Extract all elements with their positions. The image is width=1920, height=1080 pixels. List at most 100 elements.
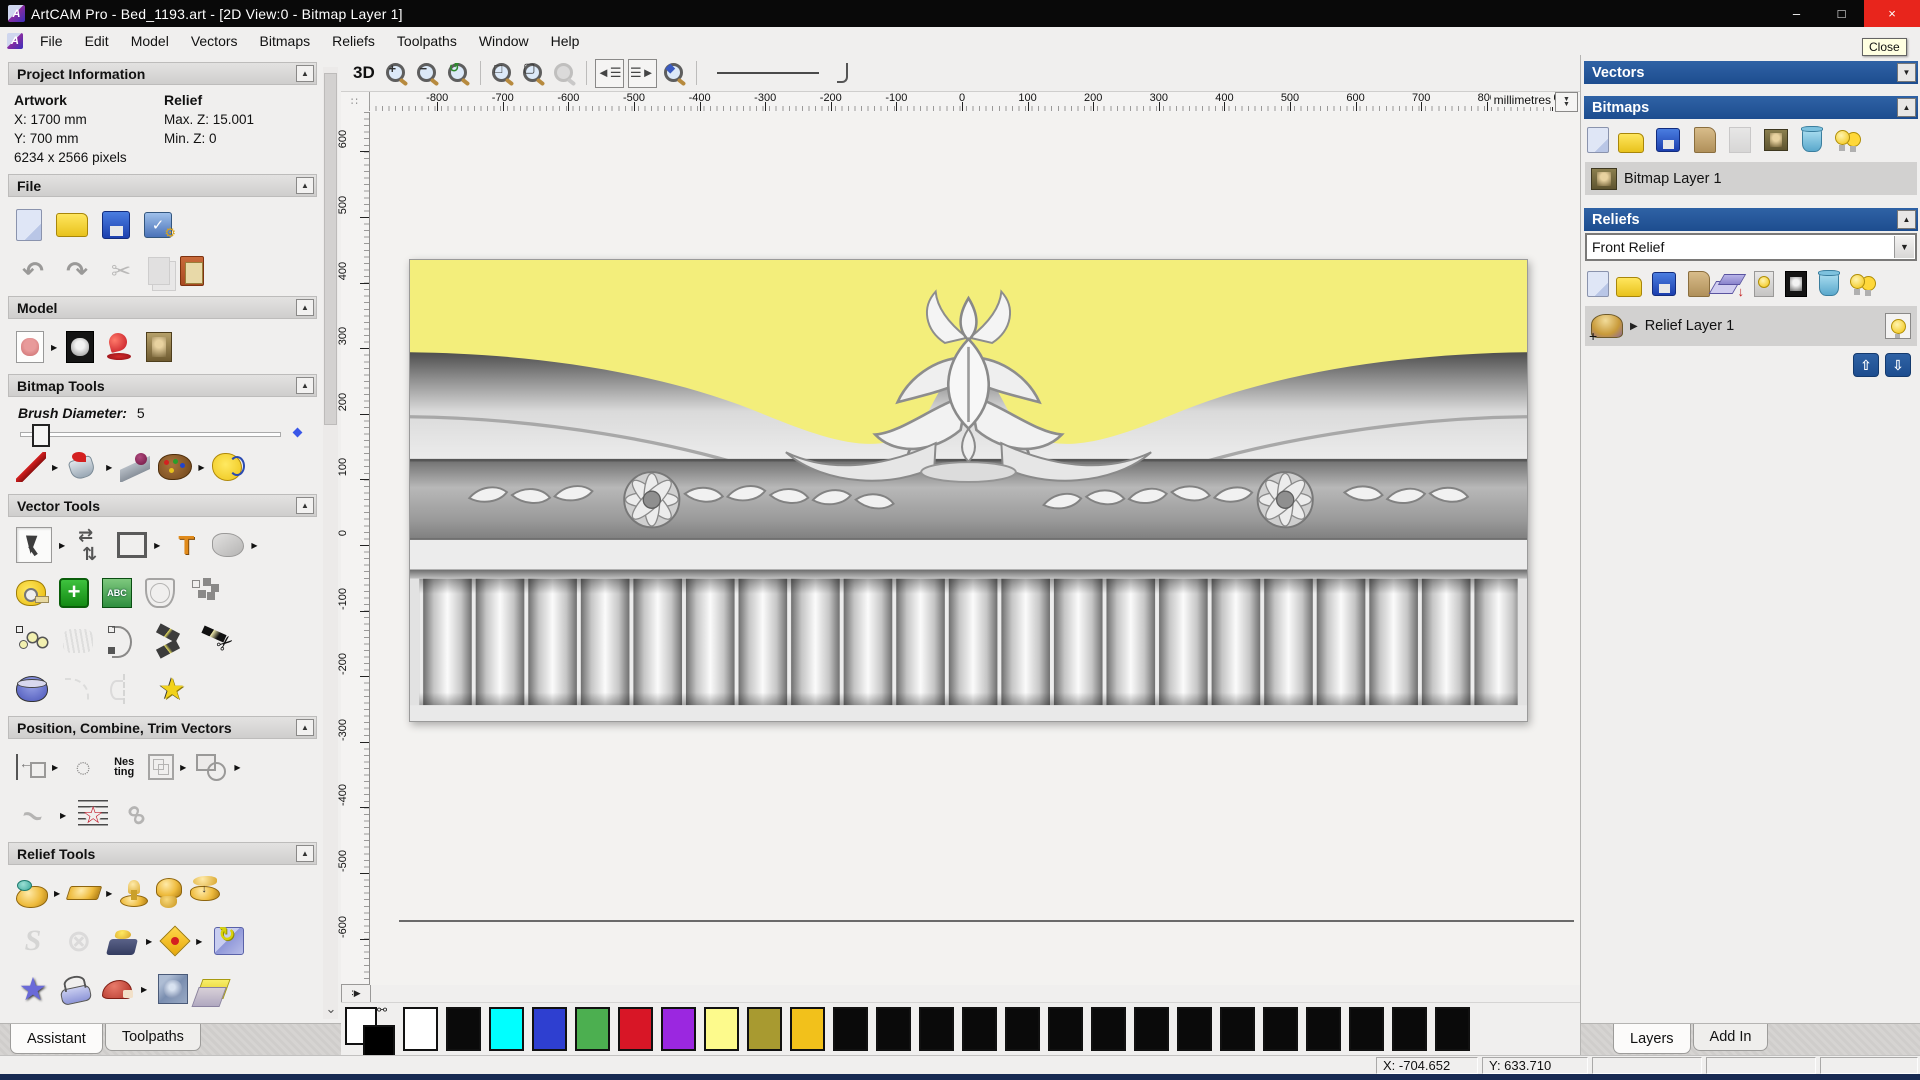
r-trash-icon[interactable] [1819, 272, 1839, 296]
menu-edit[interactable]: Edit [74, 29, 120, 53]
greyscale-from-model-icon[interactable] [16, 331, 44, 363]
preview-vectors-icon[interactable]: ◆ [661, 60, 688, 87]
paste-array-icon[interactable] [188, 576, 222, 610]
weld-icon[interactable] [194, 750, 228, 784]
primary-secondary-colours[interactable]: ⚯ [341, 1005, 403, 1053]
block-copy-icon[interactable] [148, 754, 174, 780]
zoom-out-icon[interactable]: − [414, 60, 441, 87]
palette-swatch-21[interactable] [1306, 1007, 1341, 1051]
colour-link-icon[interactable] [212, 453, 242, 481]
zoom-fit-icon[interactable]: ▢ [520, 60, 547, 87]
r-bulbs-icon[interactable] [1849, 271, 1875, 297]
palette-swatch-11[interactable] [876, 1007, 911, 1051]
flyout-arrow-icon[interactable]: ▶ [106, 889, 112, 898]
palette-swatch-6[interactable] [661, 1007, 696, 1051]
collapse-icon[interactable]: ▲ [1897, 210, 1916, 229]
measure-tape-icon[interactable] [16, 580, 46, 606]
palette-swatch-7[interactable] [704, 1007, 739, 1051]
text-block-icon[interactable] [102, 578, 132, 608]
maximize-button[interactable]: □ [1819, 0, 1864, 27]
palette-swatch-4[interactable] [575, 1007, 610, 1051]
minimize-button[interactable]: – [1774, 0, 1819, 27]
flyout-arrow-icon[interactable]: ▶ [54, 889, 60, 898]
collapse-icon[interactable]: ▲ [296, 497, 314, 514]
ruler-units-button[interactable]: ▼▼ [1555, 92, 1578, 112]
toggle-left-panel-icon[interactable]: ◄☰ [595, 59, 624, 88]
paste-icon[interactable] [180, 256, 204, 286]
flyout-arrow-icon[interactable]: ▶ [196, 937, 202, 946]
palette-swatch-19[interactable] [1220, 1007, 1255, 1051]
tab-toolpaths[interactable]: Toolpaths [105, 1024, 201, 1051]
menu-bitmaps[interactable]: Bitmaps [249, 29, 322, 53]
palette-swatch-1[interactable] [446, 1007, 481, 1051]
r-save-icon[interactable] [1652, 272, 1676, 296]
gold-bar-icon[interactable] [66, 886, 103, 900]
r-stack-icon[interactable] [1719, 271, 1745, 297]
palette-swatch-12[interactable] [919, 1007, 954, 1051]
shape-spin-icon[interactable] [120, 895, 148, 907]
wedge-icon[interactable] [102, 980, 132, 999]
layer-visibility-button[interactable] [1885, 313, 1911, 339]
shape-hands-icon[interactable] [190, 886, 220, 901]
r-mona-icon[interactable] [1764, 129, 1788, 151]
node-editing-icon[interactable] [59, 578, 89, 608]
align-icon[interactable] [16, 754, 46, 780]
r-save-icon[interactable] [1656, 128, 1680, 152]
palette-swatch-0[interactable] [403, 1007, 438, 1051]
r-bulbs-icon[interactable] [1834, 127, 1860, 153]
edit-palette-icon[interactable] [158, 454, 192, 480]
toggle-right-panel-icon[interactable]: ☰► [628, 59, 657, 88]
collapse-icon[interactable]: ▲ [296, 177, 314, 194]
palette-swatch-24[interactable] [1435, 1007, 1470, 1051]
chevron-down-icon[interactable]: ▼ [1894, 236, 1914, 258]
r-sketch-icon[interactable] [1694, 127, 1716, 153]
flyout-arrow-icon[interactable]: ▶ [60, 811, 66, 820]
distort-icon[interactable] [145, 578, 175, 608]
relief-fold-icon[interactable] [214, 927, 244, 955]
text-on-curve-icon[interactable] [66, 750, 100, 784]
undo-icon[interactable] [16, 254, 50, 288]
flyout-arrow-icon[interactable]: ▶ [251, 541, 257, 550]
flyout-arrow-icon[interactable]: ▶ [146, 937, 152, 946]
relief-book-icon[interactable] [106, 939, 138, 955]
palette-swatch-9[interactable] [790, 1007, 825, 1051]
star-blue-icon[interactable] [16, 972, 50, 1006]
move-layer-down-button[interactable]: ⇩ [1885, 353, 1911, 377]
zoom-box-icon[interactable]: □ [489, 60, 516, 87]
brush-diameter-slider[interactable] [18, 423, 309, 443]
r-new-icon[interactable] [1587, 127, 1609, 153]
menu-file[interactable]: File [29, 29, 74, 53]
vector-doctor-icon[interactable] [155, 672, 189, 706]
flyout-arrow-icon[interactable]: ▶ [198, 463, 204, 472]
flyout-arrow-icon[interactable]: ▶ [106, 463, 112, 472]
relief-diamond-icon[interactable] [160, 925, 191, 956]
flood-fill-icon[interactable] [66, 450, 100, 484]
menu-window[interactable]: Window [468, 29, 540, 53]
create-rectangle-icon[interactable] [117, 532, 147, 558]
palette-swatch-18[interactable] [1177, 1007, 1212, 1051]
palette-swatch-23[interactable] [1392, 1007, 1427, 1051]
model-to-greyscale-icon[interactable] [66, 331, 94, 363]
assistant-scrollbar[interactable] [323, 67, 338, 1019]
palette-swatch-16[interactable] [1091, 1007, 1126, 1051]
vectors-panel-header[interactable]: Vectors ▼ [1584, 61, 1918, 84]
shape-mushroom-icon[interactable] [156, 878, 182, 898]
polyline-icon[interactable] [16, 624, 50, 658]
palette-swatch-10[interactable] [833, 1007, 868, 1051]
paint-icon[interactable] [16, 452, 46, 482]
palette-swatch-5[interactable] [618, 1007, 653, 1051]
flyout-arrow-icon[interactable]: ▶ [59, 541, 65, 550]
menu-model[interactable]: Model [120, 29, 180, 53]
menu-toolpaths[interactable]: Toolpaths [386, 29, 468, 53]
transform-icon[interactable] [74, 528, 108, 562]
palette-swatch-14[interactable] [1005, 1007, 1040, 1051]
palette-swatch-8[interactable] [747, 1007, 782, 1051]
flyout-arrow-icon[interactable]: ▶ [234, 763, 240, 772]
light-material-icon[interactable] [103, 330, 137, 364]
texture-relief-icon[interactable] [146, 332, 172, 362]
pan-strip-icon[interactable]: ∶▶ [341, 984, 371, 1003]
open-model-icon[interactable] [56, 213, 88, 237]
flyout-arrow-icon[interactable]: ▶ [180, 763, 186, 772]
relief-select[interactable]: Front Relief ▼ [1585, 233, 1917, 261]
zoom-previous-icon[interactable]: ↺ [445, 60, 472, 87]
